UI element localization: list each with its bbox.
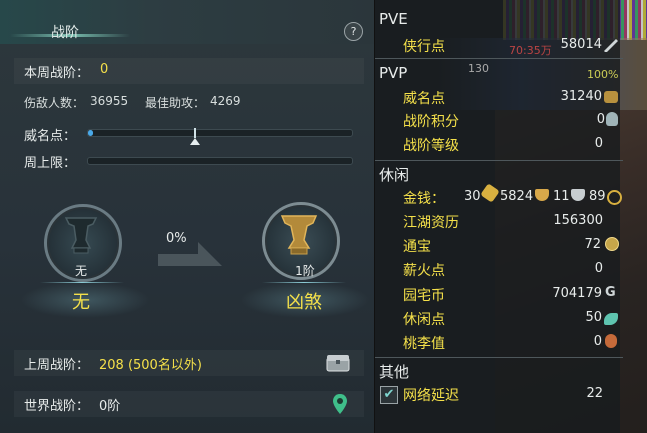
- rank-panel: 战阶 ? 本周战阶： 0 伤敌人数： 36955 最佳助攻： 4269 威名点：…: [0, 0, 375, 433]
- leisure-item-value: 704179: [552, 286, 602, 301]
- pve-header: PVE: [379, 10, 408, 28]
- weekly-rank-label: 本周战阶：: [24, 66, 90, 81]
- other-header: 其他: [379, 363, 410, 381]
- pvp-divider: [375, 160, 623, 161]
- pvp-item-label: 战阶积分: [403, 114, 459, 130]
- leisure-item-label: 园宅币: [403, 288, 445, 304]
- bg-text-mid: 130: [468, 62, 489, 75]
- prestige-label: 威名点：: [24, 129, 77, 144]
- next-medal-name: 凶煞: [286, 292, 322, 313]
- leisure-item-label: 休闲点: [403, 312, 445, 328]
- panel-title: 战阶: [51, 25, 79, 41]
- weekly-cap-label: 周上限：: [24, 156, 77, 171]
- pvp-item-label: 战阶等级: [403, 138, 459, 154]
- pvp-item-label: 威名点: [403, 91, 445, 107]
- prestige-bar-fill: [88, 130, 93, 136]
- leisure-item-label: 江湖资历: [403, 215, 459, 231]
- weekly-rank-value: 0: [100, 62, 109, 77]
- pve-divider: [375, 58, 623, 59]
- leisure-header: 休闲: [379, 166, 410, 184]
- sword-icon: [604, 39, 618, 52]
- kills-label: 伤敌人数：: [24, 96, 85, 110]
- pvp-header: PVP: [379, 64, 408, 82]
- leisure-item-value: 156300: [553, 213, 603, 228]
- leisure-item-value: 50: [585, 310, 602, 325]
- house-coin-icon: G: [605, 285, 616, 300]
- leisure-item-label: 通宝: [403, 239, 431, 255]
- coin-icon: [607, 190, 622, 205]
- leisure-item-value: 0: [594, 261, 603, 276]
- pvp-item-value: 31240: [560, 89, 602, 104]
- money-other: 89: [589, 189, 606, 204]
- prestige-icon: [604, 91, 618, 103]
- pvp-item-value: 0: [594, 136, 603, 151]
- next-trophy-icon: [280, 215, 318, 255]
- assists-label: 最佳助攻：: [145, 96, 206, 110]
- pve-item-value: 58014: [560, 37, 602, 52]
- next-medal-divider: [262, 282, 346, 283]
- last-week-value: 208 (500名以外): [99, 358, 202, 373]
- latency-checkbox[interactable]: ✔: [380, 386, 398, 404]
- leisure-item-label: 桃李值: [403, 336, 445, 352]
- money-label: 金钱：: [403, 191, 445, 207]
- current-trophy-icon: [64, 217, 98, 254]
- money-silver: 5824: [500, 189, 534, 204]
- current-medal-divider: [40, 282, 124, 283]
- help-button[interactable]: ?: [344, 22, 363, 41]
- world-rank-label: 世界战阶：: [24, 399, 90, 414]
- pvp-item-value: 0: [596, 112, 605, 127]
- current-medal-name: 无: [72, 292, 90, 313]
- next-medal-level: 1阶: [295, 264, 315, 278]
- last-week-row: 上周战阶： 208 (500名以外): [14, 350, 364, 376]
- prestige-marker-line: [194, 128, 196, 138]
- world-rank-row: 世界战阶： 0阶: [14, 391, 364, 417]
- money-gold: 30: [464, 189, 481, 204]
- peach-icon: [605, 334, 617, 348]
- leisure-item-value: 0: [593, 334, 602, 349]
- assists-value: 4269: [210, 94, 241, 108]
- bg-text-top: 70:35万: [509, 44, 552, 57]
- pve-item-label: 侠行点: [403, 39, 445, 55]
- rank-points-icon: [606, 112, 618, 126]
- leisure-divider: [375, 357, 623, 358]
- chest-icon[interactable]: [326, 354, 350, 372]
- kills-value: 36955: [90, 94, 129, 108]
- currency-panel: 70:35万 130 100% PVE 侠行点 58014 PVP 威名点 31…: [375, 0, 647, 433]
- latency-label: 网络延迟: [403, 388, 459, 404]
- latency-value: 22: [586, 386, 603, 401]
- bg-text-pct: 100%: [587, 68, 619, 81]
- prestige-bar: [87, 129, 353, 137]
- current-medal-level: 无: [74, 264, 87, 278]
- leisure-item-value: 72: [584, 237, 601, 252]
- weekly-rank-row: 本周战阶： 0: [14, 58, 364, 84]
- money-copper: 11: [553, 189, 570, 204]
- world-rank-value: 0阶: [99, 399, 121, 414]
- last-week-label: 上周战阶：: [24, 358, 90, 373]
- token-icon: [605, 237, 619, 251]
- progress-arrow-icon: [158, 242, 222, 266]
- weekly-cap-bar: [87, 157, 353, 165]
- leisure-item-label: 薪火点: [403, 263, 445, 279]
- location-pin-icon[interactable]: [332, 393, 348, 415]
- prestige-marker-icon: [190, 138, 200, 145]
